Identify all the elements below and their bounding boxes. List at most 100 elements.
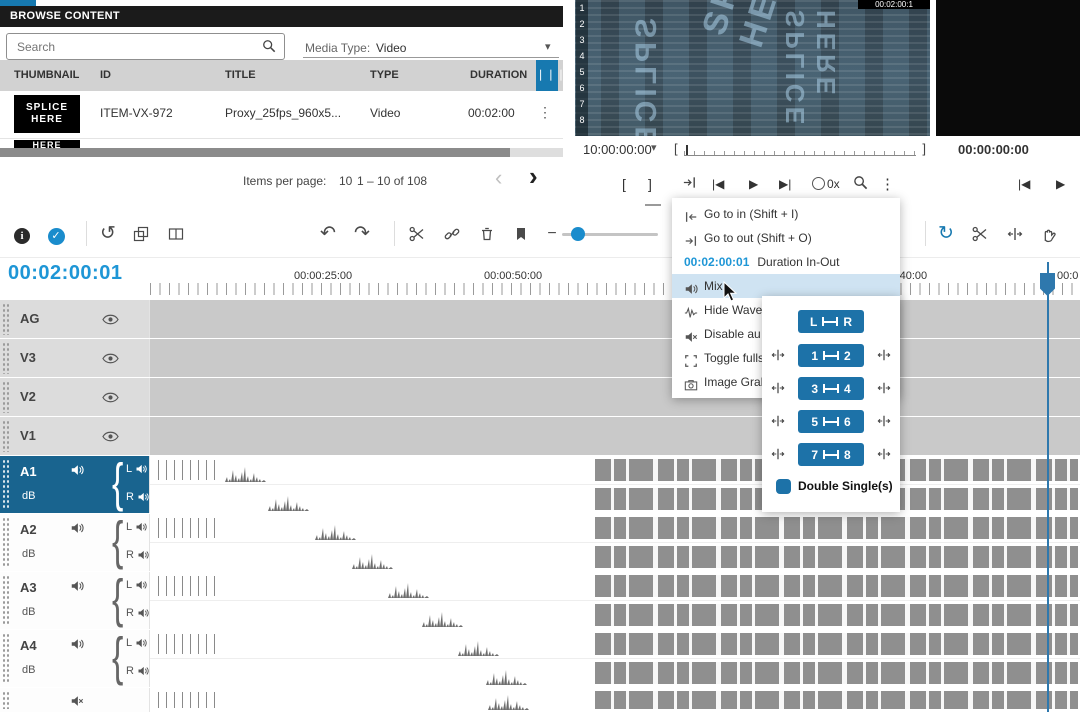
col-id[interactable]: ID	[100, 69, 111, 81]
drag-handle-icon[interactable]	[2, 517, 9, 568]
drag-handle-icon[interactable]	[2, 691, 9, 709]
browse-hscrollbar[interactable]	[0, 148, 563, 157]
timeline-zoom-slider-handle[interactable]	[571, 227, 585, 241]
col-title[interactable]: TITLE	[225, 69, 256, 81]
info-button[interactable]: i	[10, 222, 34, 246]
timeline-ruler[interactable]	[150, 283, 1080, 295]
split-view-icon[interactable]	[168, 226, 184, 242]
speaker-icon[interactable]	[135, 637, 147, 649]
track-header-v2[interactable]: V2	[0, 378, 150, 416]
row-kebab-icon[interactable]: ⋮	[538, 104, 552, 121]
next-page-icon[interactable]: ›	[529, 166, 538, 186]
rotate-cw-icon[interactable]: ↻	[934, 222, 958, 246]
search-input[interactable]	[15, 35, 259, 58]
prev-page-icon[interactable]: ‹	[495, 168, 502, 188]
playback-speed-button[interactable]: 0x	[812, 177, 840, 191]
track-lane-a1[interactable]	[150, 456, 1080, 513]
track-header-ag[interactable]: AG	[0, 300, 150, 338]
row-thumbnail[interactable]: SPLICE HERE	[14, 95, 80, 133]
split-arrow-icon[interactable]	[877, 414, 891, 428]
speaker-icon[interactable]	[137, 665, 149, 677]
drag-handle-icon[interactable]	[2, 633, 9, 684]
speaker-icon[interactable]	[135, 579, 147, 591]
player-kebab-icon[interactable]: ⋮	[880, 175, 895, 193]
menu-item-mix[interactable]: Mix	[672, 274, 900, 298]
hand-tool-icon[interactable]	[1040, 226, 1057, 243]
source-timecode[interactable]: 10:00:00:00	[583, 142, 652, 157]
next-frame-button[interactable]: ▶|	[779, 177, 791, 191]
drag-handle-icon[interactable]	[2, 420, 9, 452]
undo-icon[interactable]: ↶	[316, 222, 340, 246]
speaker-icon[interactable]	[70, 579, 84, 593]
track-lane-a4[interactable]	[150, 630, 1080, 687]
drag-handle-icon[interactable]	[2, 342, 9, 374]
track-lane-v3[interactable]	[150, 339, 1080, 377]
speaker-icon[interactable]	[137, 549, 149, 561]
speaker-icon[interactable]	[137, 607, 149, 619]
unlink-icon[interactable]	[444, 226, 460, 242]
jump-to-icon[interactable]	[682, 175, 697, 190]
drag-handle-icon[interactable]	[2, 303, 9, 335]
track-header-partial[interactable]	[0, 688, 150, 712]
col-type[interactable]: TYPE	[370, 69, 399, 81]
track-lane-v2[interactable]	[150, 378, 1080, 416]
browse-hscrollbar-thumb[interactable]	[0, 148, 510, 157]
mix-pair-button-34[interactable]: 34	[798, 377, 864, 400]
zoom-icon[interactable]	[853, 175, 868, 190]
mark-in-button[interactable]: [	[622, 176, 626, 192]
col-duration[interactable]: DURATION	[470, 69, 527, 81]
program-play-button[interactable]: ▶	[1056, 177, 1065, 191]
trim-resize-icon[interactable]	[1007, 226, 1023, 242]
visibility-eye-icon[interactable]	[102, 431, 119, 442]
scrubber-track[interactable]	[684, 151, 916, 156]
drag-handle-icon[interactable]	[2, 459, 9, 510]
speaker-icon[interactable]	[70, 463, 84, 477]
confirm-button[interactable]: ✓	[44, 222, 68, 246]
track-lane-a3[interactable]	[150, 572, 1080, 629]
split-arrow-icon[interactable]	[771, 447, 785, 461]
mix-pair-button-56[interactable]: 56	[798, 410, 864, 433]
media-type-value[interactable]: Video	[376, 41, 406, 55]
menu-item-go-to-in[interactable]: Go to in (Shift + I)	[672, 202, 900, 226]
menu-item-go-to-out[interactable]: Go to out (Shift + O)	[672, 226, 900, 250]
track-header-a3[interactable]: A3 dB { L R	[0, 572, 150, 629]
mark-out-button[interactable]: ]	[648, 176, 652, 192]
program-preview[interactable]	[936, 0, 1080, 136]
source-scrubber[interactable]: [ ]	[674, 141, 926, 157]
track-header-a2[interactable]: A2 dB { L R	[0, 514, 150, 571]
track-header-v3[interactable]: V3	[0, 339, 150, 377]
scrub-in-bracket-icon[interactable]: [	[674, 141, 678, 156]
split-arrow-icon[interactable]	[771, 381, 785, 395]
visibility-eye-icon[interactable]	[102, 353, 119, 364]
speaker-icon[interactable]	[70, 637, 84, 651]
source-preview[interactable]: SPLICE HERE SPLICE HERE SPLICE HERE	[575, 0, 930, 136]
razor-icon[interactable]	[972, 226, 988, 242]
speaker-muted-icon[interactable]	[70, 694, 84, 708]
mix-pair-button-lr[interactable]: LR	[798, 310, 864, 333]
split-arrow-icon[interactable]	[877, 447, 891, 461]
reset-icon[interactable]: ↺	[96, 222, 120, 246]
prev-frame-button[interactable]: |◀	[712, 177, 724, 191]
delete-icon[interactable]	[479, 226, 495, 242]
play-button[interactable]: ▶	[749, 177, 758, 191]
playhead-line[interactable]	[1047, 262, 1049, 712]
scrubber-cursor[interactable]	[686, 145, 688, 155]
column-chooser-button[interactable]: ❘❘❘	[536, 60, 558, 91]
drag-handle-icon[interactable]	[2, 381, 9, 413]
speaker-icon[interactable]	[135, 463, 147, 475]
marker-flag-icon[interactable]	[513, 226, 529, 242]
double-singles-checkbox[interactable]	[776, 479, 791, 494]
track-lane-partial[interactable]	[150, 688, 1080, 712]
media-type-caret-icon[interactable]: ▾	[545, 40, 551, 53]
split-arrow-icon[interactable]	[877, 348, 891, 362]
visibility-eye-icon[interactable]	[102, 314, 119, 325]
track-lane-v1[interactable]	[150, 417, 1080, 455]
track-header-a1[interactable]: A1 dB { L R	[0, 456, 150, 513]
speaker-icon[interactable]	[135, 521, 147, 533]
split-arrow-icon[interactable]	[877, 381, 891, 395]
col-thumbnail[interactable]: THUMBNAIL	[14, 69, 79, 81]
speaker-icon[interactable]	[70, 521, 84, 535]
zoom-out-icon[interactable]: −	[540, 222, 564, 246]
track-header-v1[interactable]: V1	[0, 417, 150, 455]
search-icon[interactable]	[262, 39, 276, 53]
